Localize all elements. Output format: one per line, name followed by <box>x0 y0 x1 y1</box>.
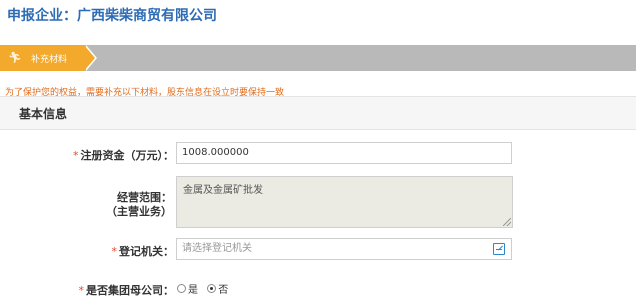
registered-capital-input[interactable]: 1008.000000 <box>176 142 512 164</box>
parent-company-radio-group: 是 否 <box>177 281 234 296</box>
edit-picker-icon[interactable] <box>493 243 505 255</box>
section-title: 基本信息 <box>19 107 68 121</box>
step-label: 补充材料 <box>31 55 68 65</box>
registration-authority-select[interactable]: 请选择登记机关 <box>176 238 512 260</box>
registration-authority-label: * 登记机关： <box>111 245 175 258</box>
step-bar: 🏃︎ 补充材料 <box>0 45 636 71</box>
radio-yes[interactable] <box>177 284 186 293</box>
section-header: 基本信息 <box>0 96 636 130</box>
business-scope-sublabel: （主营业务） <box>106 205 172 218</box>
step-current[interactable]: 🏃︎ 补充材料 <box>0 45 84 71</box>
business-scope-value: 金属及金属矿批发 <box>183 185 263 196</box>
required-mark: * <box>111 245 118 258</box>
required-mark: * <box>78 284 85 297</box>
step-arrow <box>84 45 95 71</box>
registration-authority-placeholder: 请选择登记机关 <box>182 243 252 254</box>
resize-handle-icon[interactable] <box>503 218 511 226</box>
radio-no[interactable] <box>207 284 217 293</box>
business-scope-textarea[interactable]: 金属及金属矿批发 <box>176 176 513 228</box>
registered-capital-label: * 注册资金（万元）： <box>73 149 174 162</box>
runner-icon: 🏃︎ <box>8 51 22 64</box>
required-mark: * <box>73 149 79 162</box>
company-header: 申报企业：广西柴柴商贸有限公司 <box>7 8 217 24</box>
page: 申报企业：广西柴柴商贸有限公司 🏃︎ 补充材料 为了保护您的权益，需要补充以下材… <box>0 0 636 308</box>
radio-option-no[interactable]: 否 <box>207 281 228 296</box>
radio-option-yes[interactable]: 是 <box>177 281 198 296</box>
parent-company-label: * 是否集团母公司： <box>78 284 175 297</box>
